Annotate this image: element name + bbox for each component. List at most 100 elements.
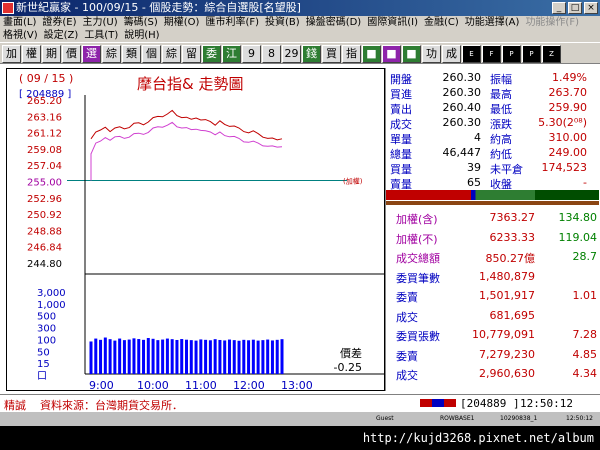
server-name: ROWBASE1	[440, 415, 475, 422]
divider	[386, 201, 599, 205]
menu-item[interactable]: 說明(H)	[121, 29, 162, 42]
menu-item[interactable]: 匯市利率(F)	[202, 16, 262, 29]
toolbar-button[interactable]: 個	[142, 45, 161, 63]
menu-item[interactable]: 設定(Z)	[41, 29, 82, 42]
volume-bar	[204, 339, 208, 374]
volume-bar	[161, 339, 165, 374]
index-value: 7,279,230	[479, 347, 535, 361]
volume-bar	[170, 339, 174, 374]
quote-value: 65	[467, 176, 481, 189]
price-chart-panel[interactable]: ( 09 / 15 )[ 204889 ] 摩台指& 走勢圖 265.20 263.1…	[6, 68, 385, 392]
quote-row: 賣出 260.40 最低 259.90	[386, 100, 600, 116]
menu-item[interactable]: 證券(E)	[39, 16, 79, 29]
volume-bar	[175, 339, 179, 374]
index-change: 134.80	[558, 211, 598, 224]
menu-item[interactable]: 期權(O)	[161, 16, 203, 29]
maximize-button[interactable]: □	[568, 2, 582, 14]
toolbar-button[interactable]: 權	[22, 45, 41, 63]
index-change: 7.28	[572, 328, 598, 341]
index-label: 加權(含)	[396, 213, 438, 226]
volume-bar	[132, 338, 136, 374]
toolbar-button[interactable]: 成	[442, 45, 461, 63]
toolbar-button[interactable]: 選	[82, 45, 101, 63]
price-tick-label: 248.88	[27, 226, 62, 237]
index-row: 成交總額 850.27億 28.7	[386, 249, 600, 265]
volume-bar	[108, 339, 112, 374]
volume-tick-label: 3,000	[37, 288, 66, 299]
quote-row: 開盤 260.30 振幅 1.49%	[386, 70, 600, 86]
toolbar-button[interactable]: P	[502, 45, 521, 63]
volume-bar	[185, 339, 188, 374]
toolbar-button[interactable]: 價	[62, 45, 81, 63]
time-tick-label: 9:00	[89, 379, 114, 390]
index-label: 委賣	[396, 349, 418, 363]
volume-tick-label: 50	[37, 347, 50, 358]
menu-item[interactable]: 主力(U)	[80, 16, 121, 29]
volume-bar	[275, 339, 279, 374]
menu-item[interactable]: 功能選擇(A)	[462, 16, 523, 29]
toolbar-button[interactable]: 8	[262, 45, 281, 63]
menu-item[interactable]: 功能操作(F)	[522, 16, 582, 29]
reference-tag: (加權)	[343, 177, 363, 186]
menu-item[interactable]: 籌碼(S)	[121, 16, 161, 29]
toolbar-button[interactable]: 錢	[302, 45, 321, 63]
menu-item[interactable]: 畫面(L)	[0, 16, 39, 29]
toolbar-button[interactable]: 買	[322, 45, 341, 63]
toolbar-button[interactable]: 29	[282, 45, 301, 63]
index-row: 委賣 7,279,230 4.85	[386, 347, 600, 363]
menu-item[interactable]: 國際資訊(I)	[364, 16, 421, 29]
index-row: 加權(不) 6233.33 119.04	[386, 230, 600, 246]
toolbar-button[interactable]: 類	[122, 45, 141, 63]
toolbar-button[interactable]: F	[482, 45, 501, 63]
quote-row: 總量 46,447 約低 249.00	[386, 145, 600, 161]
menu-item[interactable]: 格視(V)	[0, 29, 41, 42]
menu-bar-secondary: 格視(V) 設定(Z) 工具(T) 說明(H)	[0, 29, 600, 42]
menu-item[interactable]: 操盤密碼(D)	[303, 16, 365, 29]
quote-value: 260.30	[442, 116, 482, 129]
toolbar-button[interactable]: ■	[402, 45, 421, 63]
toolbar-button[interactable]: P	[522, 45, 541, 63]
toolbar-button[interactable]: Z	[542, 45, 561, 63]
status-code: [204889 ]	[460, 397, 520, 410]
status-bar: 精誠 資料來源：台灣期貨交易所． [204889 ] 12:50:12	[0, 394, 600, 412]
menu-item[interactable]: 工具(T)	[81, 29, 121, 42]
toolbar-button[interactable]: 江	[222, 45, 241, 63]
chart-date: ( 09 / 15 )	[19, 72, 73, 85]
price-series-line	[90, 109, 283, 141]
bottom-info-bar: Guest ROWBASE1 10290838_1 12:50:12	[0, 412, 600, 426]
menu-item[interactable]: 投資(B)	[262, 16, 303, 29]
quote-row: 成交 260.30 漲跌 5.30(2⁰⁸)	[386, 115, 600, 131]
minimize-button[interactable]: _	[552, 2, 566, 14]
toolbar-button[interactable]: ■	[382, 45, 401, 63]
index-change: 28.7	[572, 250, 598, 263]
index-row: 委買張數 10,779,091 7.28	[386, 327, 600, 343]
toolbar-button[interactable]: 期	[42, 45, 61, 63]
toolbar-button[interactable]: 留	[182, 45, 201, 63]
toolbar-button[interactable]: 綜	[102, 45, 121, 63]
status-time: 12:50:12	[520, 397, 573, 410]
toolbar-button[interactable]: 綜	[162, 45, 181, 63]
menu-item[interactable]: 金融(C)	[421, 16, 462, 29]
toolbar-button[interactable]: 委	[202, 45, 221, 63]
bid-ask-bar	[386, 190, 599, 200]
toolbar-button[interactable]: ■	[362, 45, 381, 63]
quote-value: 39	[467, 161, 481, 174]
price-tick-label: 246.84	[27, 243, 62, 254]
index-change: 1.01	[572, 289, 598, 302]
volume-bar	[270, 340, 274, 374]
close-button[interactable]: ×	[584, 2, 598, 14]
index-value: 681,695	[489, 308, 536, 322]
toolbar-button[interactable]: 指	[342, 45, 361, 63]
volume-bar	[103, 337, 107, 374]
toolbar-button[interactable]: 加	[2, 45, 21, 63]
toolbar-button[interactable]: 功	[422, 45, 441, 63]
toolbar-button[interactable]: 9	[242, 45, 261, 63]
price-volume-chart: ( 09 / 15 )[ 204889 ]摩台指& 走勢圖265.20263.1…	[19, 72, 384, 392]
volume-bar	[208, 340, 212, 374]
toolbar: 加權期價選綜類個綜留委江 9 8 29 錢買指 ■ ■ ■ 功成 E F P P Z	[0, 42, 600, 64]
price-tick-label: 244.80	[27, 259, 62, 270]
price-tick-label: 255.00	[27, 178, 62, 189]
toolbar-button[interactable]: E	[462, 45, 481, 63]
title-bar: 新世紀贏家 - 100/09/15 - 個股走勢：綜合自選股[名望股] _ □ …	[0, 0, 600, 16]
quote-row: 買進 260.30 最高 263.70	[386, 85, 600, 101]
